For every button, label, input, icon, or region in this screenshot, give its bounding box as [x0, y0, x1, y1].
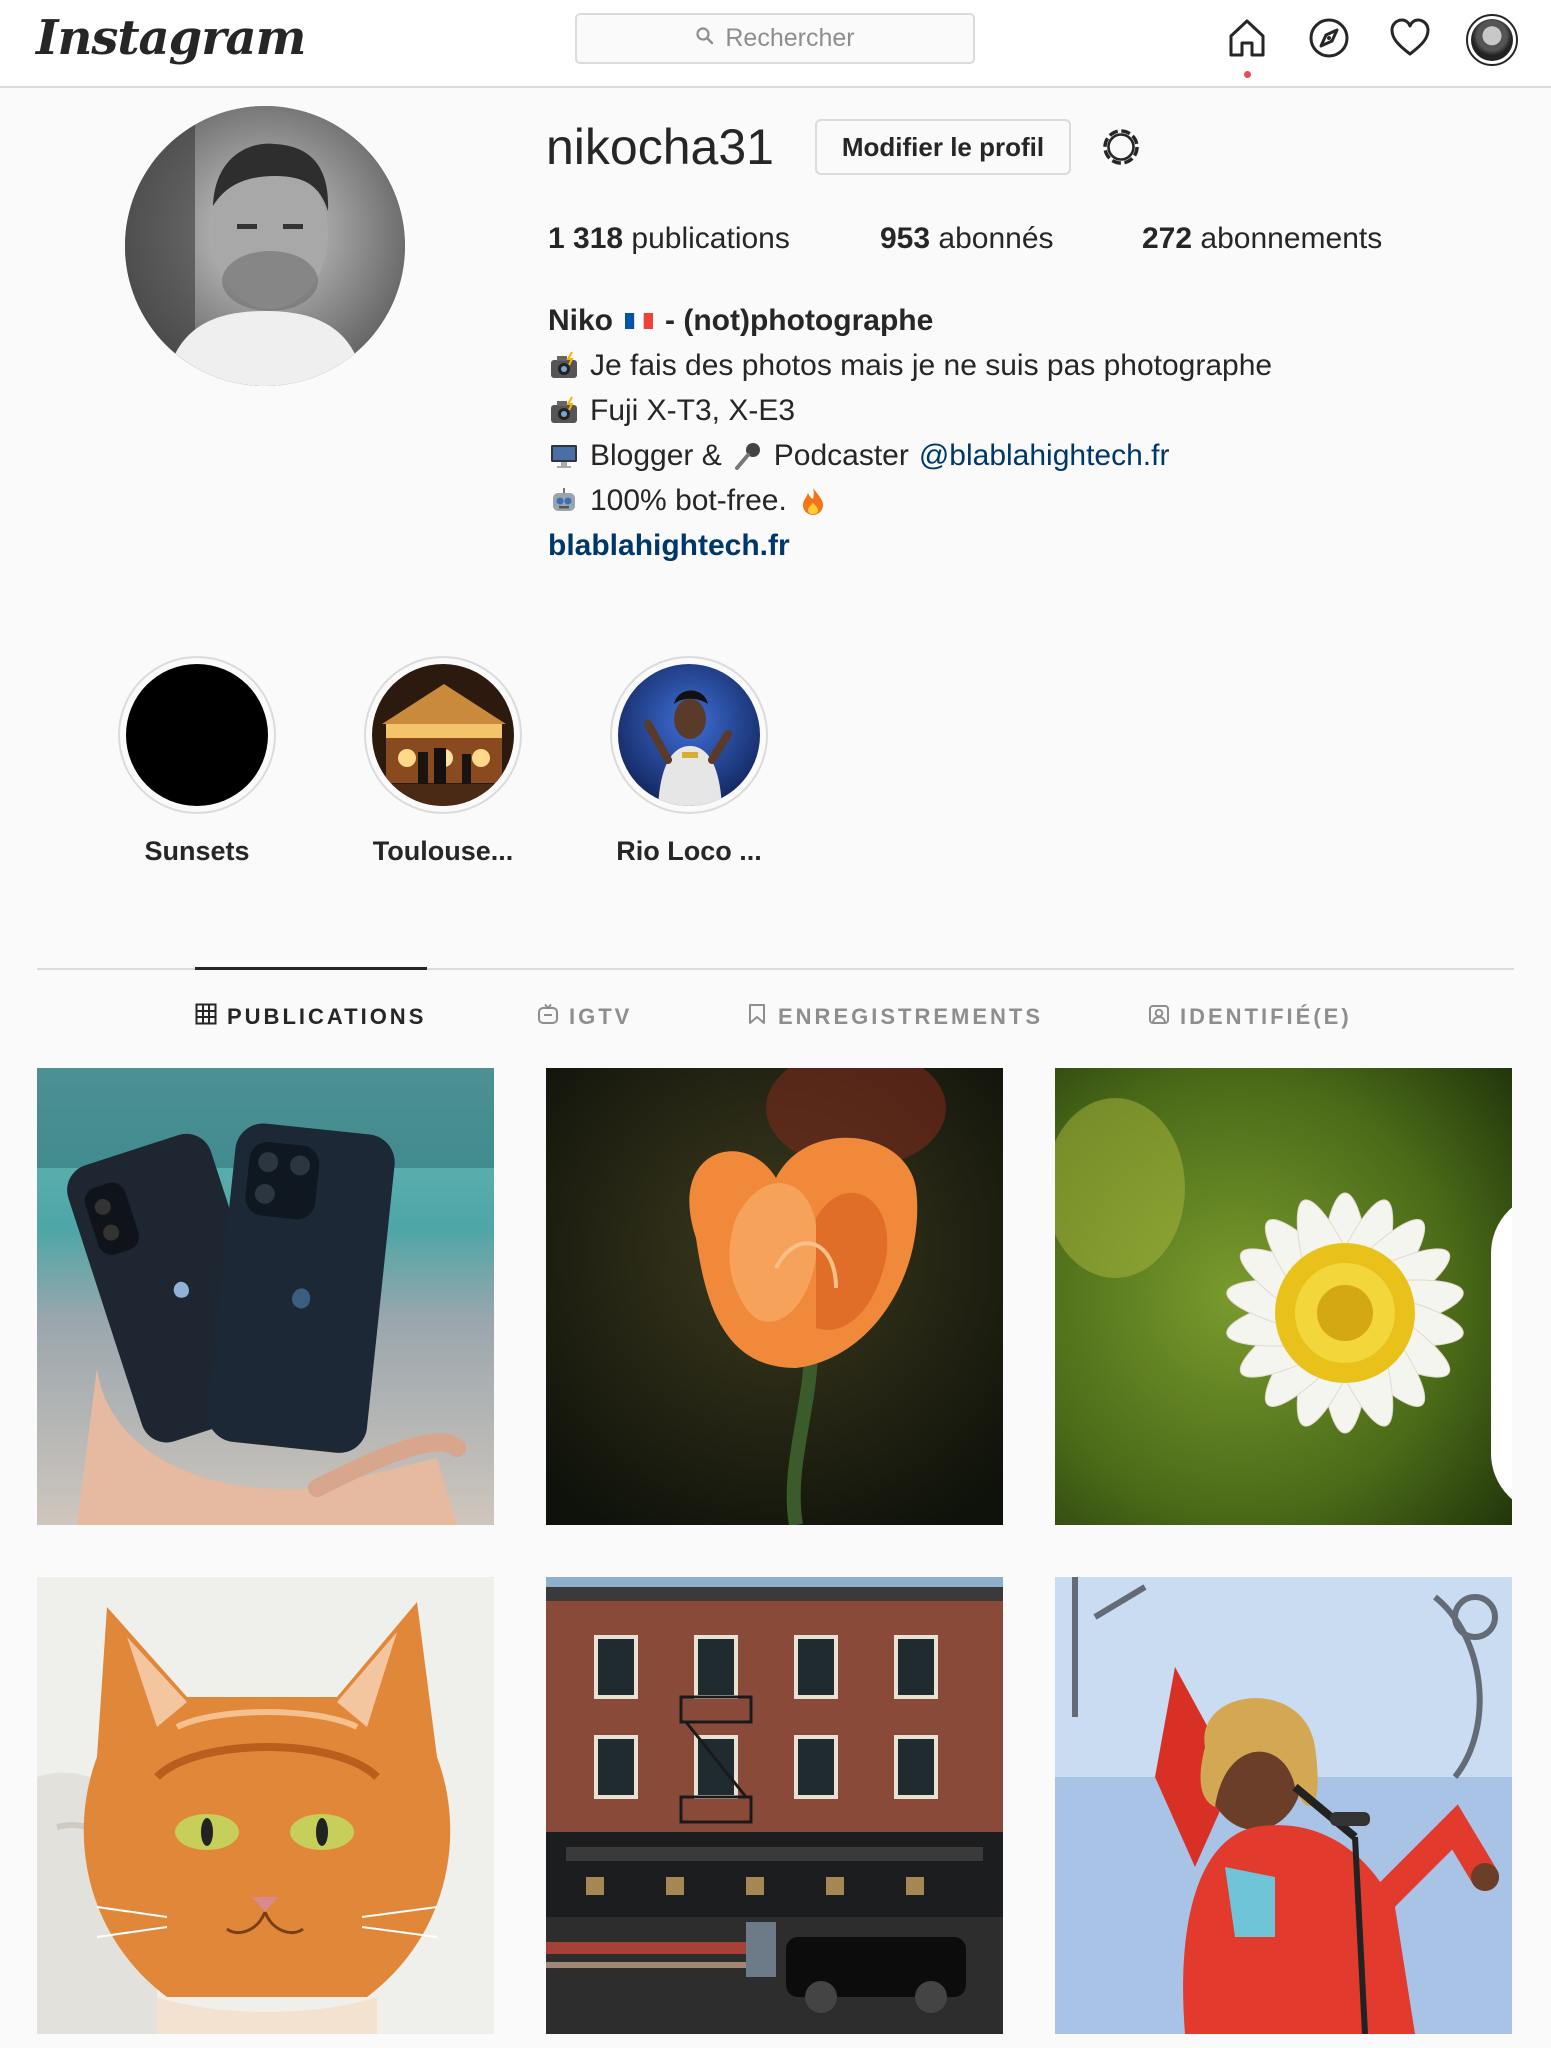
highlight-label: Rio Loco ... — [616, 836, 762, 866]
search-placeholder: Rechercher — [725, 24, 855, 52]
profile-avatar[interactable] — [1466, 14, 1518, 66]
explore-icon[interactable] — [1307, 16, 1351, 60]
bio-mention-link[interactable]: @blablahightech.fr — [919, 433, 1170, 478]
tab-igtv-label: IGTV — [569, 1004, 633, 1029]
desktop-computer-icon — [548, 440, 580, 472]
tagged-user-icon — [1148, 1003, 1170, 1031]
bio-name-suffix: - (not)photographe — [665, 304, 934, 337]
bio-line-4: 100% bot-free. — [548, 478, 1272, 523]
following-count-label: abonnements — [1200, 222, 1383, 255]
robot-icon — [548, 485, 580, 517]
highlight-ring — [118, 656, 276, 814]
posts-count-label: publications — [631, 222, 790, 255]
bio-line-3-text-a: Blogger & — [590, 439, 722, 472]
post-tulip[interactable] — [546, 1068, 1003, 1525]
search-input[interactable]: Rechercher — [575, 13, 975, 64]
tab-igtv[interactable]: IGTV — [537, 1003, 632, 1031]
bio-name: Niko - (not)photographe — [548, 298, 1272, 343]
posts-count-value: 1 318 — [548, 222, 624, 255]
post-building[interactable] — [546, 1577, 1003, 2034]
highlight-label: Sunsets — [144, 836, 250, 866]
followers-count[interactable]: 953 abonnés — [880, 222, 1054, 256]
grid-icon — [195, 1003, 217, 1031]
search-icon — [695, 24, 715, 53]
highlight-cover — [618, 664, 760, 806]
followers-count-label: abonnés — [938, 222, 1054, 255]
notification-dot — [1244, 71, 1251, 78]
bio-name-prefix: Niko — [548, 304, 614, 337]
highlight-rio-loco[interactable]: Rio Loco ... — [609, 656, 769, 867]
active-tab-indicator — [195, 967, 427, 970]
highlight-toulouse[interactable]: Toulouse... — [363, 656, 523, 867]
fire-icon — [797, 485, 829, 517]
highlight-sunsets[interactable]: Sunsets — [117, 656, 277, 867]
tab-publications-label: PUBLICATIONS — [227, 1004, 427, 1029]
post-daisy[interactable] — [1055, 1068, 1512, 1525]
followers-count-value: 953 — [880, 222, 931, 255]
profile-username: nikocha31 — [546, 119, 774, 175]
heart-icon[interactable] — [1388, 16, 1432, 60]
microphone-icon — [732, 440, 764, 472]
camera-flash-icon — [548, 395, 580, 427]
igtv-icon — [537, 1003, 559, 1031]
camera-flash-icon — [548, 350, 580, 382]
bio-line-2-text: Fuji X-T3, X-E3 — [590, 394, 796, 427]
multiple-images-icon — [1466, 1082, 1512, 1499]
tab-publications[interactable]: PUBLICATIONS — [195, 1003, 426, 1031]
highlight-cover — [372, 664, 514, 806]
bio-line-3-text-b: Podcaster — [773, 439, 909, 472]
bio-line-4-text: 100% bot-free. — [590, 484, 787, 517]
french-flag-icon — [623, 305, 655, 337]
top-nav-bar: Instagram Rechercher — [0, 0, 1551, 88]
bio-line-1-text: Je fais des photos mais je ne suis pas p… — [590, 349, 1273, 382]
bio-line-5: blablahightech.fr — [548, 523, 1272, 568]
home-icon[interactable] — [1225, 16, 1269, 60]
bio-line-1: Je fais des photos mais je ne suis pas p… — [548, 343, 1272, 388]
bio-line-3: Blogger & Podcaster @blablahightech.fr — [548, 433, 1272, 478]
edit-profile-button[interactable]: Modifier le profil — [815, 119, 1071, 175]
following-count[interactable]: 272 abonnements — [1142, 222, 1382, 256]
bio-line-2: Fuji X-T3, X-E3 — [548, 388, 1272, 433]
tab-saved-label: ENREGISTREMENTS — [778, 1004, 1044, 1029]
instagram-logo[interactable]: Instagram — [36, 10, 306, 66]
highlight-ring — [364, 656, 522, 814]
avatar-image — [1471, 19, 1513, 61]
posts-count: 1 318 publications — [548, 222, 790, 256]
post-cat[interactable] — [37, 1577, 494, 2034]
highlight-ring — [610, 656, 768, 814]
bookmark-icon — [746, 1003, 768, 1031]
profile-photo[interactable] — [125, 106, 405, 386]
post-iphone[interactable] — [37, 1068, 494, 1525]
bio-website-link[interactable]: blablahightech.fr — [548, 523, 790, 568]
tab-saved[interactable]: ENREGISTREMENTS — [746, 1003, 1043, 1031]
following-count-value: 272 — [1142, 222, 1193, 255]
tab-tagged-label: IDENTIFIÉ(E) — [1180, 1004, 1352, 1029]
settings-icon[interactable] — [1098, 124, 1144, 170]
highlight-label: Toulouse... — [372, 836, 514, 866]
tab-tagged[interactable]: IDENTIFIÉ(E) — [1148, 1003, 1352, 1031]
highlight-cover — [126, 664, 268, 806]
post-singer[interactable] — [1055, 1577, 1512, 2034]
profile-bio: Niko - (not)photographe Je fais des phot… — [548, 298, 1272, 568]
